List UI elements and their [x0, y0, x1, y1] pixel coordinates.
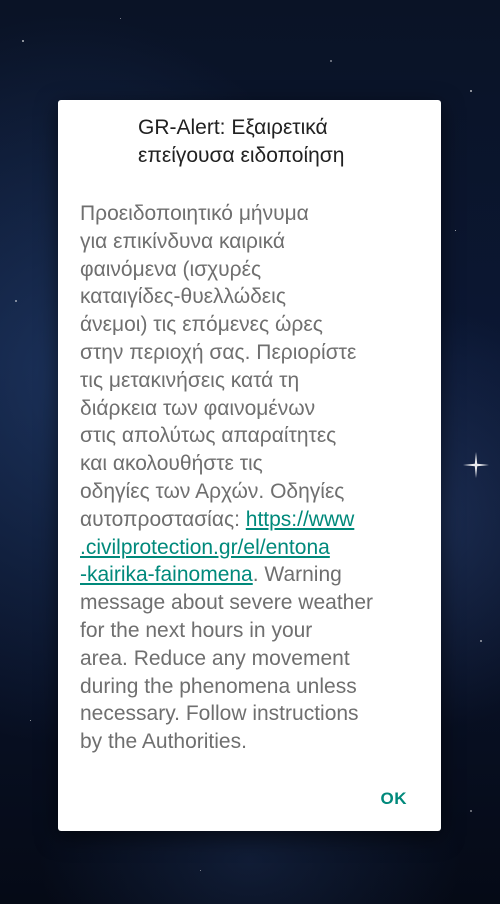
message-line: Προειδοποιητικό μήνυμα	[80, 202, 309, 225]
message-line: φαινόμενα (ισχυρές	[80, 257, 262, 281]
message-line: οδηγίες των Αρχών. Οδηγίες	[80, 479, 345, 503]
dialog-title: GR-Alert: Εξαιρετικά επείγουσα ειδοποίησ…	[138, 114, 398, 170]
star	[30, 720, 31, 721]
message-line: for the next hours in your	[80, 618, 313, 642]
after-link-text: . Warning	[252, 563, 342, 587]
message-line: διάρκεια των φαινομένων	[80, 396, 316, 420]
message-line: area. Reduce any movement	[80, 646, 350, 670]
civilprotection-link[interactable]: .civilprotection.gr/el/entona	[80, 536, 330, 559]
ok-button[interactable]: OK	[375, 785, 414, 813]
dialog-title-line: επείγουσα ειδοποίηση	[138, 144, 345, 167]
star	[455, 230, 456, 231]
alert-dialog: GR-Alert: Εξαιρετικά επείγουσα ειδοποίησ…	[58, 100, 441, 831]
link-prefix: αυτοπροστασίας:	[80, 507, 246, 531]
star	[22, 40, 24, 42]
message-line: άνεμοι) τις επόμενες ώρες	[80, 313, 323, 337]
message-line: .civilprotection.gr/el/entona	[80, 534, 422, 562]
civilprotection-link[interactable]: https://www	[246, 508, 355, 531]
dialog-title-line: GR-Alert: Εξαιρετικά	[138, 116, 328, 139]
message-line: και ακολουθήστε τις	[80, 452, 263, 476]
message-line: για επικίνδυνα καιρικά	[80, 229, 286, 253]
sparkle-star-icon	[463, 452, 489, 478]
message-line: during the phenomena unless	[80, 674, 357, 698]
star	[200, 870, 201, 871]
message-line: by the Authorities.	[80, 730, 247, 754]
star	[120, 18, 121, 19]
star	[480, 640, 482, 642]
message-line: καταιγίδες-θυελλώδεις	[80, 285, 286, 309]
message-line: message about severe weather	[80, 591, 374, 615]
star	[470, 90, 472, 92]
message-line: -kairika-fainomena. Warning	[80, 561, 422, 589]
dialog-message: Προειδοποιητικό μήνυμα για επικίνδυνα κα…	[80, 200, 422, 756]
message-line: στην περιοχή σας. Περιορίστε	[80, 340, 357, 364]
message-line: necessary. Follow instructions	[80, 702, 359, 726]
star	[330, 60, 332, 62]
message-line: στις απολύτως απαραίτητες	[80, 424, 337, 448]
message-line: τις μετακινήσεις κατά τη	[80, 368, 300, 392]
star	[15, 300, 17, 302]
civilprotection-link[interactable]: -kairika-fainomena	[80, 563, 253, 586]
message-line: αυτοπροστασίας: https://www	[80, 506, 422, 534]
star	[470, 810, 472, 812]
